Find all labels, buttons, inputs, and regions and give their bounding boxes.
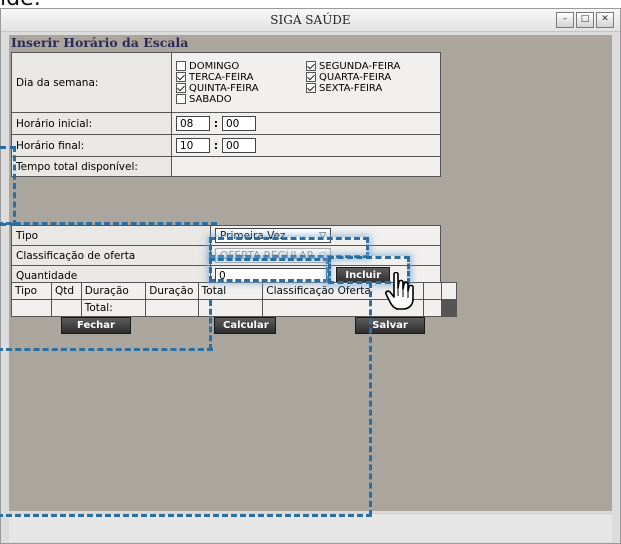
bottom-panel — [9, 513, 612, 542]
grid-header-tipo: Tipo — [11, 282, 52, 300]
highlight-bottom-line — [0, 514, 372, 517]
calcular-button[interactable]: Calcular — [214, 317, 276, 334]
tempo-total-label: Tempo total disponível: — [11, 156, 172, 177]
salvar-button[interactable]: Salvar — [355, 317, 425, 334]
checkbox-quarta[interactable] — [306, 72, 316, 82]
grid-header-total: Total — [197, 282, 264, 300]
page-title: Inserir Horário da Escala — [11, 35, 189, 50]
fim-hora-input[interactable]: 10 — [176, 138, 210, 153]
horario-final-label: Horário final: — [11, 134, 172, 157]
highlight-fechar-line — [0, 348, 213, 351]
dia-label: Dia da semana: — [11, 52, 172, 113]
fechar-button[interactable]: Fechar — [61, 317, 131, 334]
checkbox-domingo[interactable] — [176, 61, 186, 71]
checkbox-terca[interactable] — [176, 72, 186, 82]
highlight-quantidade — [209, 258, 329, 282]
grid-header-duracao: Duração — [80, 282, 147, 300]
classificacao-label: Classificação de oferta — [11, 245, 211, 266]
highlight-tipo-left — [0, 146, 16, 226]
maximize-icon[interactable]: □ — [576, 12, 594, 28]
day-quarta[interactable]: QUARTA-FEIRA — [306, 72, 436, 83]
highlight-calcular-line — [209, 300, 212, 350]
checkbox-sabado[interactable] — [176, 94, 186, 104]
day-checkboxes: DOMINGO SEGUNDA-FEIRA TERCA-FEIRA QUARTA… — [176, 61, 436, 105]
checkbox-quinta[interactable] — [176, 83, 186, 93]
highlight-right-line — [369, 282, 372, 516]
day-domingo[interactable]: DOMINGO — [176, 61, 306, 72]
schedule-table: Dia da semana: DOMINGO SEGUNDA-FEIRA TER… — [11, 52, 441, 177]
minimize-icon[interactable]: – — [556, 12, 574, 28]
grid-header-duracao2: Duração — [145, 282, 199, 300]
horario-inicial-label: Horário inicial: — [11, 112, 172, 135]
tipo-label: Tipo — [11, 225, 211, 246]
fim-minuto-input[interactable]: 00 — [222, 138, 256, 153]
hand-cursor-icon — [385, 272, 414, 310]
highlight-classificacao — [209, 237, 369, 258]
inicio-minuto-input[interactable]: 00 — [222, 116, 256, 131]
close-icon[interactable]: ✕ — [596, 12, 614, 28]
window-title: SIGA SAÚDE — [270, 13, 351, 27]
checkbox-segunda[interactable] — [306, 61, 316, 71]
tempo-total-value — [171, 156, 441, 177]
window-controls: – □ ✕ — [556, 12, 614, 28]
highlight-tipo-line — [0, 222, 217, 225]
day-sabado[interactable]: SABADO — [176, 94, 306, 105]
inicio-hora-input[interactable]: 08 — [176, 116, 210, 131]
day-terca[interactable]: TERCA-FEIRA — [176, 72, 306, 83]
checkbox-sexta[interactable] — [306, 83, 316, 93]
grid-total-label: Total: — [80, 299, 147, 317]
title-bar: SIGA SAÚDE – □ ✕ — [1, 9, 620, 32]
day-segunda[interactable]: SEGUNDA-FEIRA — [306, 61, 436, 72]
day-sexta[interactable]: SEXTA-FEIRA — [306, 83, 436, 94]
day-quinta[interactable]: QUINTA-FEIRA — [176, 83, 306, 94]
grid-header-qtd: Qtd — [50, 282, 82, 300]
